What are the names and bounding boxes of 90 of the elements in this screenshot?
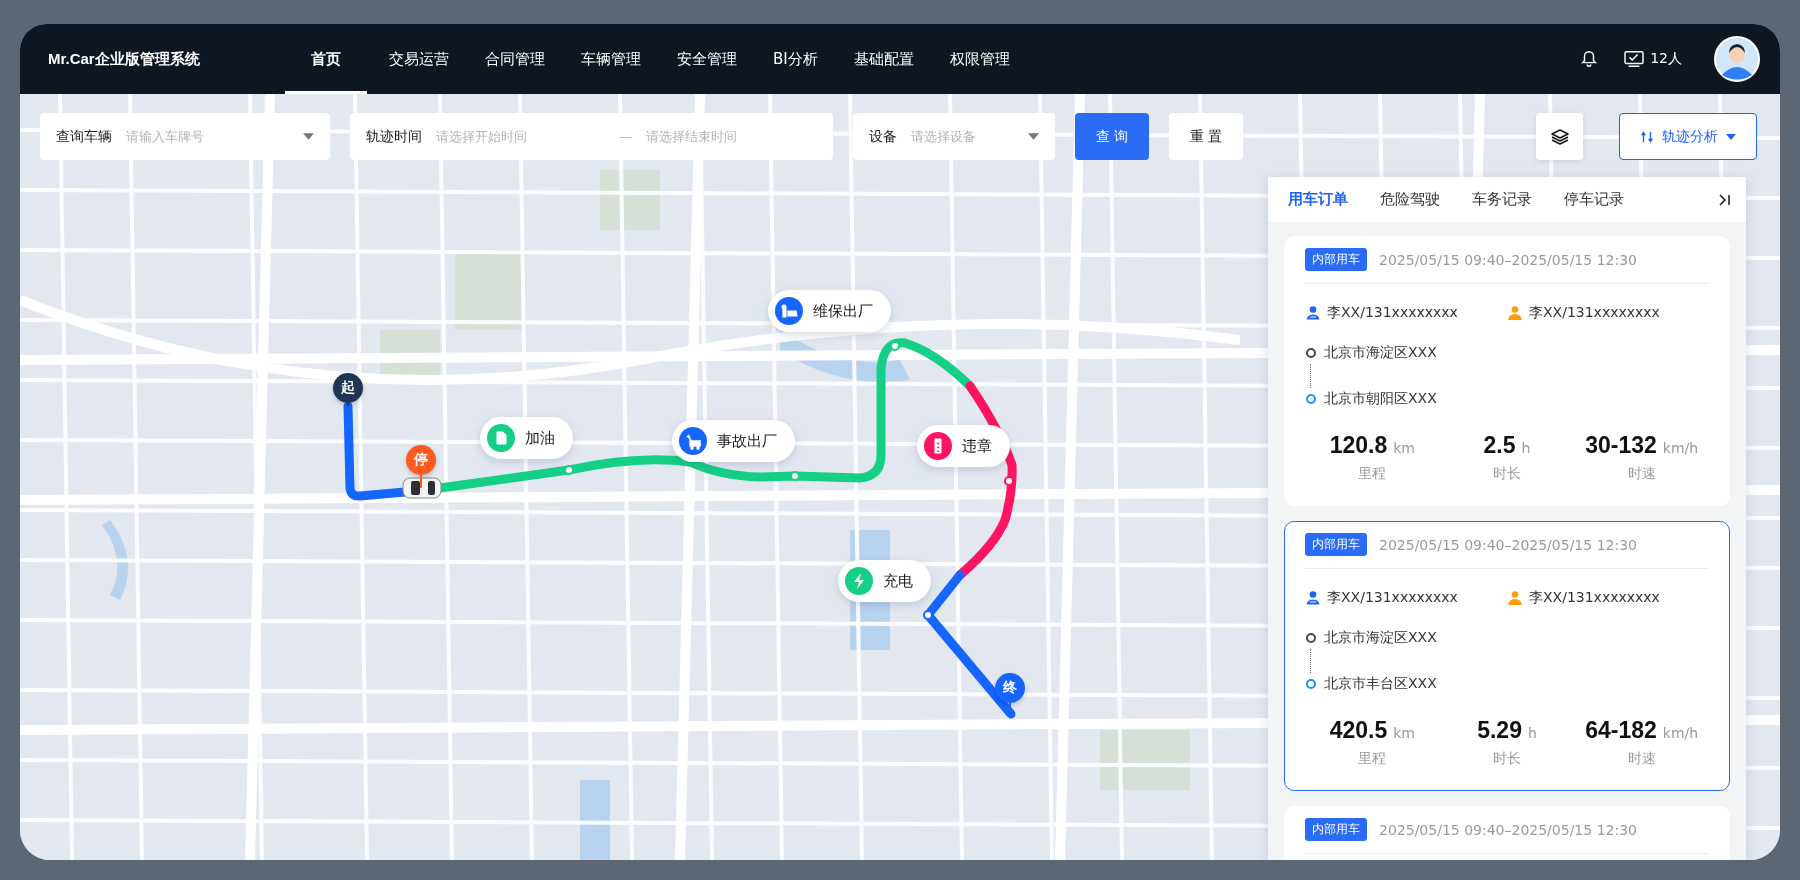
start-time-input[interactable]: 请选择开始时间 xyxy=(434,128,607,145)
dropdown-caret-icon xyxy=(1028,133,1039,140)
start-address: 北京市海淀区XXX xyxy=(1324,629,1437,647)
event-callout[interactable]: 违章 xyxy=(917,425,1010,467)
order-card[interactable]: 内部用车 2025/05/15 09:40–2025/05/15 12:30 李XX/131xxxxxxxx 李XX/131xxxxxxxx 北京市海淀区XXX 北京市朝阳区XXX 120.8 km 里程 2.5 h 时长 30-132 km/h 时速 xyxy=(1284,236,1730,506)
stat-unit: km xyxy=(1393,440,1415,456)
stat-value: 5.29 xyxy=(1477,717,1522,744)
event-callout[interactable]: 加油 xyxy=(480,417,573,459)
route-point xyxy=(564,465,574,475)
driver-contact: 李XX/131xxxxxxxx xyxy=(1327,304,1458,322)
panel-tab[interactable]: 用车订单 xyxy=(1288,190,1348,209)
collapse-panel-icon[interactable] xyxy=(1718,192,1732,207)
dropdown-caret-icon xyxy=(303,133,314,140)
stat-unit: h xyxy=(1521,440,1531,456)
order-time-range: 2025/05/15 09:40–2025/05/15 12:30 xyxy=(1379,821,1637,838)
device-select[interactable]: 设备 请选择设备 xyxy=(853,113,1055,160)
stat-label: 时长 xyxy=(1493,750,1521,768)
stat-value: 30-132 xyxy=(1585,432,1657,459)
notification-bell-icon[interactable] xyxy=(1580,50,1599,68)
stat-unit: km/h xyxy=(1662,725,1699,741)
filter-label: 轨迹时间 xyxy=(366,127,422,146)
event-callout[interactable]: 事故出厂 xyxy=(672,420,795,462)
end-point-icon xyxy=(1306,679,1316,689)
stat-label: 时速 xyxy=(1627,750,1656,768)
start-point-icon xyxy=(1306,348,1316,358)
order-time-range: 2025/05/15 09:40–2025/05/15 12:30 xyxy=(1379,251,1637,268)
driver-contact: 李XX/131xxxxxxxx xyxy=(1327,589,1458,607)
stat-label: 时速 xyxy=(1627,465,1656,483)
device-input[interactable]: 请选择设备 xyxy=(909,128,1016,145)
stat-label: 时长 xyxy=(1493,465,1521,483)
dropdown-caret-icon xyxy=(1726,133,1736,140)
nav-menu-item[interactable]: 基础配置 xyxy=(839,24,928,94)
nav-menu-item[interactable]: 权限管理 xyxy=(935,24,1024,94)
app-logo-text: Mr.Car企业版管理系统 xyxy=(48,49,201,69)
start-point-icon xyxy=(1306,633,1316,643)
order-time-range: 2025/05/15 09:40–2025/05/15 12:30 xyxy=(1379,536,1637,553)
start-address: 北京市海淀区XXX xyxy=(1324,344,1437,362)
stat-value: 64-182 xyxy=(1585,717,1657,744)
user-count-text: 12人 xyxy=(1650,50,1682,68)
route-point xyxy=(923,610,933,620)
track-analysis-dropdown[interactable]: 轨迹分析 xyxy=(1619,113,1757,160)
stat-label: 里程 xyxy=(1358,750,1387,768)
car-icon[interactable] xyxy=(402,477,442,499)
passenger-icon xyxy=(1507,590,1523,606)
end-address: 北京市丰台区XXX xyxy=(1324,675,1437,693)
route-point xyxy=(1004,476,1014,486)
driver-icon xyxy=(1305,590,1321,606)
user-avatar-icon[interactable] xyxy=(1714,36,1760,82)
nav-menu-item[interactable]: 车辆管理 xyxy=(567,24,655,94)
event-callout[interactable]: 充电 xyxy=(838,560,931,602)
reset-button[interactable]: 重 置 xyxy=(1169,113,1243,160)
panel-tab[interactable]: 危险驾驶 xyxy=(1380,190,1440,209)
stat-label: 里程 xyxy=(1358,465,1387,483)
nav-menu-item[interactable]: BI分析 xyxy=(759,24,832,94)
driver-icon xyxy=(1305,305,1321,321)
range-separator: — xyxy=(619,129,632,144)
order-card[interactable]: 内部用车 2025/05/15 09:40–2025/05/15 12:30 李XX/131xxxxxxxx 李XX/131xxxxxxxx 北京市海淀区XXX 北京市丰台区XXX 420.5 km 里程 5.29 h 时长 64-182 km/h 时速 xyxy=(1284,521,1730,791)
passenger-icon xyxy=(1507,305,1523,321)
time-range-picker[interactable]: 轨迹时间 请选择开始时间 — 请选择结束时间 xyxy=(350,113,833,160)
filter-label: 查询车辆 xyxy=(56,127,112,146)
stat-value: 120.8 xyxy=(1329,432,1388,459)
panel-tab[interactable]: 停车记录 xyxy=(1564,190,1624,209)
map-layers-button[interactable] xyxy=(1536,113,1583,160)
stat-unit: h xyxy=(1527,725,1537,741)
order-type-tag: 内部用车 xyxy=(1305,533,1367,556)
stat-unit: km/h xyxy=(1662,440,1699,456)
order-card[interactable]: 内部用车 2025/05/15 09:40–2025/05/15 12:30 xyxy=(1284,806,1730,860)
query-button[interactable]: 查 询 xyxy=(1075,113,1149,160)
stat-unit: km xyxy=(1393,725,1415,741)
nav-menu-item[interactable]: 合同管理 xyxy=(471,24,559,94)
end-address: 北京市朝阳区XXX xyxy=(1324,390,1437,408)
passenger-contact: 李XX/131xxxxxxxx xyxy=(1529,304,1660,322)
route-point xyxy=(890,341,900,351)
filter-label: 设备 xyxy=(869,127,897,146)
route-point xyxy=(790,471,800,481)
stat-value: 420.5 xyxy=(1329,717,1388,744)
swap-arrows-icon xyxy=(1640,129,1654,144)
nav-menu-item[interactable]: 安全管理 xyxy=(663,24,751,94)
order-type-tag: 内部用车 xyxy=(1305,248,1367,271)
end-point-icon xyxy=(1306,394,1316,404)
order-type-tag: 内部用车 xyxy=(1305,818,1367,841)
passenger-contact: 李XX/131xxxxxxxx xyxy=(1529,589,1660,607)
layers-icon xyxy=(1549,126,1570,147)
stat-value: 2.5 xyxy=(1483,432,1516,459)
plate-number-input[interactable]: 请输入车牌号 xyxy=(124,128,291,145)
nav-menu-item[interactable]: 交易运营 xyxy=(375,24,463,94)
panel-tab[interactable]: 车务记录 xyxy=(1472,190,1532,209)
event-callout[interactable]: 维保出厂 xyxy=(768,290,891,332)
vehicle-select[interactable]: 查询车辆 请输入车牌号 xyxy=(40,113,330,160)
end-time-input[interactable]: 请选择结束时间 xyxy=(644,128,817,145)
